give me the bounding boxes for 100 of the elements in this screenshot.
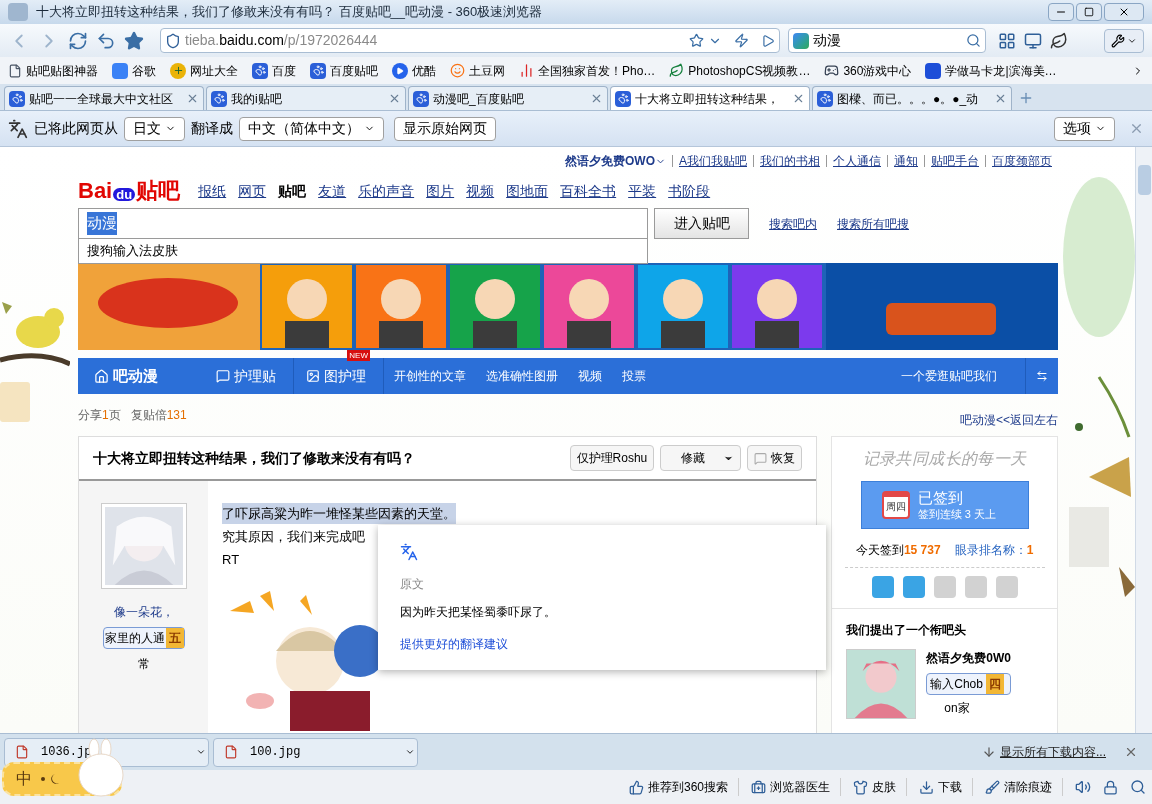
close-icon[interactable] (1124, 745, 1138, 759)
close-tab-icon[interactable] (186, 92, 199, 105)
nav-link[interactable]: 乐的声音 (358, 181, 415, 202)
search-text: 动漫 (87, 212, 117, 235)
forum-search-field[interactable]: 动漫 (78, 208, 648, 239)
bookmark-link[interactable]: 谷歌 (112, 61, 156, 80)
bookmark-link[interactable]: 网址大全 (170, 61, 238, 80)
status-button[interactable]: 清除痕迹 (985, 778, 1063, 796)
original-text: 因为昨天把某怪蜀黍吓尿了。 (400, 604, 556, 621)
avatar-icon (8, 3, 28, 21)
author-only-button[interactable]: 仅护理Roshu (569, 445, 655, 471)
zoom-icon[interactable] (1130, 779, 1146, 795)
status-button[interactable]: 下载 (919, 778, 973, 796)
forum-home-link[interactable]: 吧动漫 (78, 364, 204, 388)
badge-icon[interactable] (902, 576, 925, 598)
browser-tab[interactable]: 动漫吧_百度贴吧 (408, 86, 608, 110)
status-button[interactable]: 皮肤 (853, 778, 907, 796)
nav-link[interactable]: 图片 (426, 181, 455, 202)
collect-dropdown[interactable]: 修藏 (660, 445, 742, 471)
browser-tab[interactable]: 贴吧一一全球最大中文社区 (4, 86, 204, 110)
download-item[interactable]: 100.jpg (213, 737, 418, 767)
nav-link[interactable]: 平装 (628, 181, 657, 202)
back-link[interactable]: 吧动漫<<返回左右 (960, 411, 1058, 429)
lock-icon[interactable] (1103, 779, 1118, 795)
nav-link[interactable]: 书阶段 (668, 181, 711, 202)
forum-nav-link[interactable]: 视频 (568, 358, 612, 394)
nav-link[interactable]: 友道 (318, 181, 347, 202)
status-button[interactable]: 推荐到360搜索 (628, 778, 739, 796)
monitor-icon[interactable] (1024, 31, 1042, 50)
search-field[interactable]: 动漫 (788, 28, 986, 53)
show-all-downloads-link[interactable]: 显示所有下载内容... (1000, 743, 1106, 761)
bookmark-link[interactable]: PhotoshopCS视频教… (669, 61, 811, 80)
reply-button[interactable]: 恢复 (747, 445, 803, 471)
bookmark-link[interactable]: 贴吧贴图神器 (8, 61, 98, 80)
maximize-button[interactable] (1076, 3, 1102, 21)
forum-nav-link[interactable]: 选准确性图册 (476, 358, 568, 394)
bookmark-link[interactable]: 优酷 (392, 61, 436, 80)
suggest-translation-link[interactable]: 提供更好的翻译建议 (400, 635, 508, 653)
user-link[interactable]: 百度颈部页 (985, 155, 1058, 167)
go-icon[interactable] (761, 33, 775, 48)
close-tab-icon[interactable] (994, 92, 1007, 105)
user-link[interactable]: 个人通信 (826, 155, 887, 167)
forum-nav-link[interactable]: 投票 (612, 358, 656, 394)
author-name[interactable]: 像一朵花， (113, 603, 174, 621)
close-tab-icon[interactable] (792, 92, 805, 105)
suggestion-item[interactable]: 搜狗输入法皮肤 (78, 239, 648, 264)
undo-icon[interactable] (96, 30, 116, 51)
address-field[interactable]: tieba.baidu.com/p/1972026444 (160, 28, 780, 53)
username-link[interactable]: 然语夕免费OWO (565, 152, 672, 170)
scrollbar[interactable] (1135, 147, 1152, 733)
user-link[interactable]: 贴吧手台 (924, 155, 985, 167)
logo[interactable]: Bai du 贴吧 (78, 180, 181, 202)
status-button[interactable]: 浏览器医生 (751, 778, 841, 796)
forum-nav-link[interactable]: 开创性的文章 (384, 358, 476, 394)
sign-in-count: 今天签到15 737 (855, 542, 941, 559)
nav-link[interactable]: 视频 (466, 181, 495, 202)
bookmark-link[interactable]: 全国独家首发！Pho… (519, 61, 656, 80)
badge-icon[interactable] (871, 576, 894, 598)
bookmark-star-icon[interactable] (689, 33, 704, 48)
search-link[interactable]: 搜索吧内 (769, 214, 817, 233)
minimize-button[interactable] (1048, 3, 1074, 21)
volume-icon[interactable] (1075, 779, 1091, 795)
star-icon[interactable] (124, 30, 144, 51)
forum-nav-link[interactable]: 护理贴 (204, 358, 294, 394)
enter-forum-button[interactable]: 进入贴吧 (654, 208, 749, 239)
bookmark-link[interactable]: 土豆网 (450, 61, 505, 80)
calendar-icon: 周四 (881, 491, 910, 519)
browser-tab[interactable]: 我的i贴吧 (206, 86, 406, 110)
badge-text: 家里的人通 (104, 630, 165, 647)
comment-icon (754, 451, 768, 465)
paw-icon (615, 90, 631, 107)
source-language-dropdown[interactable]: 日文 (124, 116, 185, 141)
nav-link[interactable]: 百科全书 (560, 181, 617, 202)
user-link[interactable]: A我们我贴吧 (672, 155, 753, 167)
browser-tab[interactable]: 图樑、而已。。。●。●_动 (812, 86, 1012, 110)
close-tab-icon[interactable] (388, 92, 401, 105)
close-tab-icon[interactable] (590, 92, 603, 105)
bookmark-link[interactable]: 百度 (252, 61, 296, 80)
leaf-icon[interactable] (1050, 31, 1068, 50)
bookmark-link[interactable]: 学做马卡龙|滨海美… (925, 61, 1057, 80)
user-link[interactable]: 通知 (887, 155, 924, 167)
bookmark-link[interactable]: 360游戏中心 (824, 61, 912, 80)
refresh-icon[interactable] (68, 30, 88, 51)
nav-link[interactable]: 贴吧 (278, 181, 307, 202)
nav-link[interactable]: 网页 (238, 181, 267, 202)
target-language-dropdown[interactable]: 中文（简体中文） (239, 116, 384, 141)
lightning-icon[interactable] (734, 33, 749, 48)
browser-tab[interactable]: 十大将立即扭转这种结果， (610, 86, 810, 110)
search-icon[interactable] (966, 33, 981, 48)
apps-icon[interactable] (998, 31, 1016, 50)
nav-link[interactable]: 图地面 (506, 181, 549, 202)
tools-button[interactable] (1104, 28, 1144, 53)
user-link[interactable]: 我们的书相 (753, 155, 826, 167)
search-link[interactable]: 搜索所有吧搜 (837, 214, 909, 233)
member-name[interactable]: 然语夕免费0W0 (926, 649, 1011, 667)
close-icon[interactable] (1129, 121, 1144, 136)
bookmark-link[interactable]: 百度贴吧 (310, 61, 378, 80)
options-button[interactable]: 选项 (1054, 116, 1115, 141)
nav-link[interactable]: 报纸 (198, 181, 227, 202)
show-original-button[interactable]: 显示原始网页 (394, 116, 496, 141)
